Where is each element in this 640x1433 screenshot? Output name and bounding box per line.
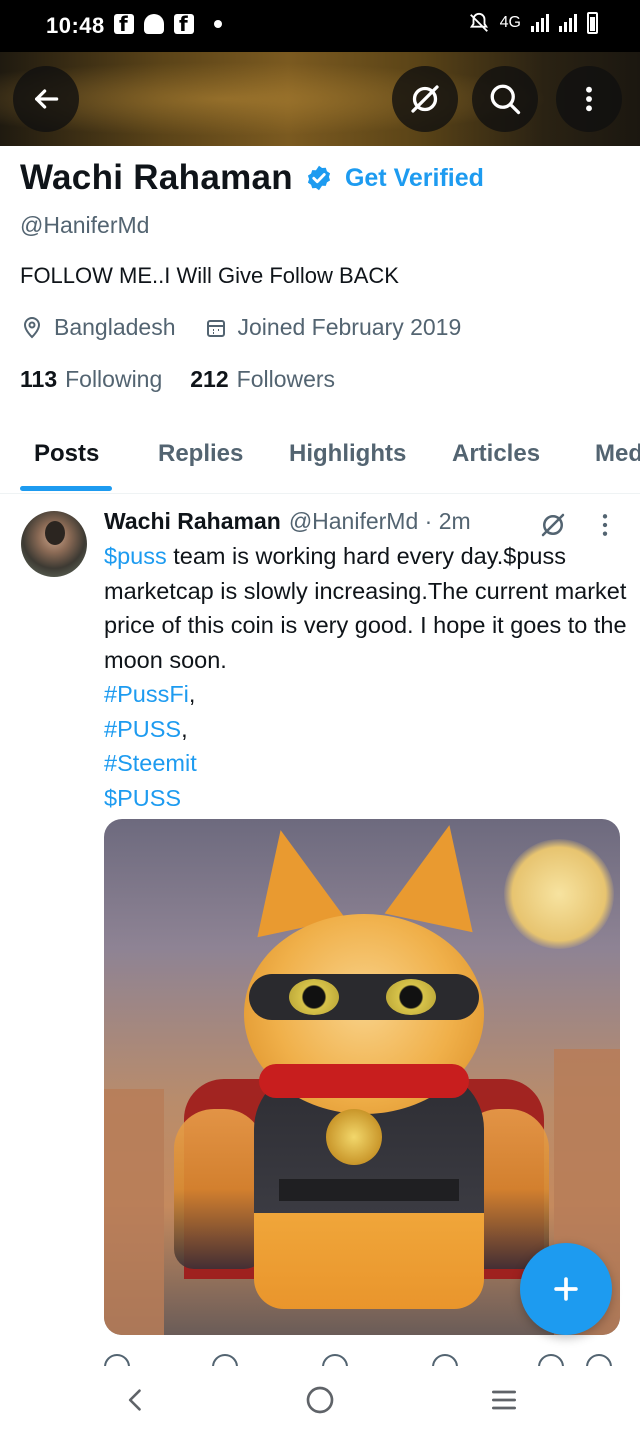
active-tab-indicator [20, 486, 112, 491]
following-label: Following [65, 366, 163, 392]
recents-icon [492, 1390, 516, 1410]
signal-strength-icon [531, 14, 549, 32]
building [104, 1089, 164, 1335]
grok-button[interactable] [392, 66, 458, 132]
system-home-button[interactable] [300, 1380, 340, 1420]
hashtag-line: $PUSS [104, 781, 628, 816]
notification-icons [114, 12, 222, 36]
cat-ear [384, 819, 494, 933]
calendar-icon [206, 319, 225, 337]
post-author[interactable]: Wachi Rahaman [104, 508, 281, 535]
search-button[interactable] [472, 66, 538, 132]
cat-scarf [259, 1064, 469, 1098]
cat-eye [386, 979, 436, 1015]
system-navigation-bar [0, 1366, 640, 1433]
share-icon[interactable] [586, 1354, 612, 1366]
cat-eye [289, 979, 339, 1015]
hashtag-line: #Steemit [104, 746, 628, 781]
profile-handle: @HaniferMd [20, 212, 150, 238]
display-name: Wachi Rahaman [20, 158, 293, 197]
home-circle-icon [306, 1386, 334, 1414]
following-count: 113 [20, 366, 58, 392]
post-header: Wachi Rahaman @HaniferMd · 2m [104, 508, 471, 535]
signal-strength-2-icon [559, 14, 577, 32]
name-row: Wachi Rahaman Get Verified [20, 158, 484, 198]
more-options-button[interactable] [556, 66, 622, 132]
post[interactable]: Wachi Rahaman @HaniferMd · 2m $puss team… [0, 494, 640, 1364]
tab-replies[interactable]: Replies [158, 440, 243, 468]
gamepad-notification-icon [144, 14, 164, 34]
profile-location: Bangladesh [54, 314, 176, 340]
reply-icon[interactable] [104, 1354, 130, 1366]
compose-post-button[interactable] [520, 1243, 612, 1335]
facebook-notification-icon [174, 12, 194, 36]
profile-meta: Bangladesh Joined February 2019 [20, 314, 461, 341]
profile-tabs: Posts Replies Highlights Articles Med [0, 418, 640, 494]
repost-icon[interactable] [212, 1354, 238, 1366]
grok-icon[interactable] [538, 510, 568, 540]
status-time: 10:48 [46, 13, 105, 38]
post-handle-time: @HaniferMd · 2m [288, 508, 471, 534]
search-icon [490, 84, 521, 115]
profile-bio: FOLLOW ME..I Will Give Follow BACK [20, 263, 399, 288]
status-right: 4G [468, 12, 598, 34]
following-link[interactable]: 113 Following [20, 366, 162, 393]
cashtag-link[interactable]: $puss [104, 543, 167, 569]
tab-posts[interactable]: Posts [34, 440, 99, 468]
follow-stats: 113 Following 212 Followers [20, 366, 335, 393]
plus-icon [554, 1277, 578, 1301]
arrow-left-icon [35, 89, 59, 109]
status-bar: 10:48 4G [0, 0, 640, 52]
tab-articles[interactable]: Articles [452, 440, 540, 468]
location-pin-icon [23, 316, 41, 338]
facebook-notification-icon [114, 12, 134, 36]
views-icon[interactable] [432, 1354, 458, 1366]
get-verified-link[interactable]: Get Verified [345, 164, 484, 193]
followers-label: Followers [236, 366, 336, 392]
system-back-button[interactable] [116, 1380, 156, 1420]
followers-link[interactable]: 212 Followers [190, 366, 335, 393]
hashtag-line: #PussFi, [104, 677, 628, 712]
cat-mask [249, 974, 479, 1020]
post-body: team is working hard every day.$puss mar… [104, 543, 627, 673]
system-recents-button[interactable] [484, 1380, 524, 1420]
more-notifications-dot-icon [214, 20, 222, 28]
grok-icon [411, 85, 439, 113]
chevron-left-icon [128, 1389, 141, 1411]
alarm-off-icon [469, 13, 488, 32]
followers-count: 212 [190, 366, 229, 392]
cat-belt [279, 1179, 459, 1201]
tab-media[interactable]: Med [595, 440, 640, 468]
hashtag-suffix: , [181, 715, 188, 742]
battery-icon [587, 12, 598, 34]
more-vertical-icon [586, 86, 592, 112]
cashtag-link[interactable]: $PUSS [104, 785, 181, 811]
post-actions [0, 1350, 640, 1366]
profile-banner [0, 52, 640, 146]
post-more-icon[interactable] [600, 512, 610, 538]
like-icon[interactable] [322, 1354, 348, 1366]
hashtag-line: #PUSS, [104, 712, 628, 747]
hashtag-link[interactable]: #PussFi [104, 681, 189, 707]
hashtag-suffix: , [188, 681, 196, 707]
cat-badge [326, 1109, 382, 1165]
avatar[interactable] [21, 511, 87, 577]
side-cat [174, 1109, 264, 1269]
network-type: 4G [499, 14, 521, 31]
verified-badge-icon [307, 165, 331, 191]
bookmark-icon[interactable] [538, 1354, 564, 1366]
hashtag-link[interactable]: #PUSS [104, 716, 181, 742]
profile-joined: Joined February 2019 [237, 314, 462, 340]
hashtag-link[interactable]: #Steemit [104, 750, 197, 776]
back-button[interactable] [13, 66, 79, 132]
post-text: $puss team is working hard every day.$pu… [104, 539, 628, 815]
moon [504, 839, 614, 949]
tab-highlights[interactable]: Highlights [289, 440, 406, 468]
